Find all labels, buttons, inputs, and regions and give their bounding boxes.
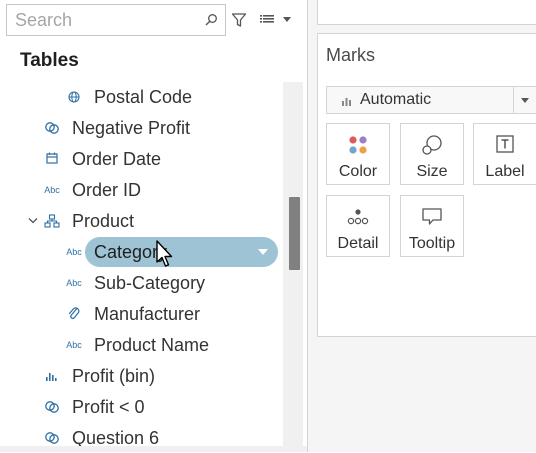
calendar-icon [46,152,58,164]
automatic-mark-icon [342,98,351,106]
chevron-down-icon [283,17,291,22]
view-options-button[interactable] [257,10,297,30]
tooltip-label: Tooltip [408,235,456,252]
size-button[interactable]: Size [400,123,464,185]
field-order-id[interactable]: Abc Order ID [0,175,280,205]
field-profit-bin[interactable]: Profit (bin) [0,361,280,391]
set-icon [45,122,59,134]
field-label: Product Name [94,335,210,355]
tooltip-button[interactable]: Tooltip [400,195,464,257]
mark-type-dropdown[interactable]: Automatic [326,86,536,114]
marks-card [317,33,536,337]
filter-icon[interactable] [231,12,247,28]
category-type-icon: Abc [62,237,86,267]
field-label: Manufacturer [94,304,201,324]
scrollbar-thumb[interactable] [289,197,300,270]
dropdown-separator [513,87,514,113]
search-input[interactable] [7,5,205,35]
abc-icon: Abc [44,185,60,195]
data-pane: Tables Postal Code Negative Profit Order… [0,0,308,452]
size-label: Size [416,163,448,180]
label-button[interactable]: Label [473,123,536,185]
pane-bottom-edge [0,446,308,452]
mouse-cursor-icon [156,240,173,267]
detail-label: Detail [337,235,379,252]
hierarchy-icon [44,214,60,228]
field-product-name[interactable]: Abc Product Name [0,330,280,360]
set-icon [45,401,59,413]
tables-heading: Tables [20,50,79,71]
field-label: Postal Code [94,87,193,107]
field-negative-profit[interactable]: Negative Profit [0,113,280,143]
marks-title: Marks [326,45,375,65]
field-postal-code[interactable]: Postal Code [0,82,280,112]
search-icon[interactable] [203,12,219,28]
detail-icon [347,209,369,225]
abc-icon: Abc [66,340,82,350]
detail-button[interactable]: Detail [326,195,390,257]
pages-shelf [317,0,536,25]
dropdown-caret-icon[interactable] [258,249,268,255]
chevron-down-icon[interactable] [521,98,529,103]
label-icon [496,135,514,153]
field-label: Product [72,211,135,231]
abc-icon: Abc [66,247,82,257]
field-label: Order Date [72,149,162,169]
paperclip-icon [68,307,80,319]
label-label: Label [485,163,525,180]
chevron-down-icon[interactable] [28,217,38,225]
color-icon [349,136,367,154]
field-profit-lt-0[interactable]: Profit < 0 [0,392,280,422]
field-label: Order ID [72,180,142,200]
color-label: Color [338,163,378,180]
histogram-icon [46,373,57,381]
field-label: Profit (bin) [72,366,156,386]
field-order-date[interactable]: Order Date [0,144,280,174]
mark-type-label: Automatic [360,91,432,108]
field-manufacturer[interactable]: Manufacturer [0,299,280,329]
search-box [6,4,226,36]
list-view-icon [260,15,274,23]
field-product[interactable]: Product [0,206,280,236]
globe-icon [68,91,80,103]
field-label: Profit < 0 [72,397,145,417]
field-sub-category[interactable]: Abc Sub-Category [0,268,280,298]
field-label: Sub-Category [94,273,206,293]
field-label: Negative Profit [72,118,191,138]
abc-icon: Abc [66,278,82,288]
color-button[interactable]: Color [326,123,390,185]
category-pill[interactable]: Category [85,237,278,267]
tooltip-icon [422,208,442,225]
size-icon [422,135,442,155]
